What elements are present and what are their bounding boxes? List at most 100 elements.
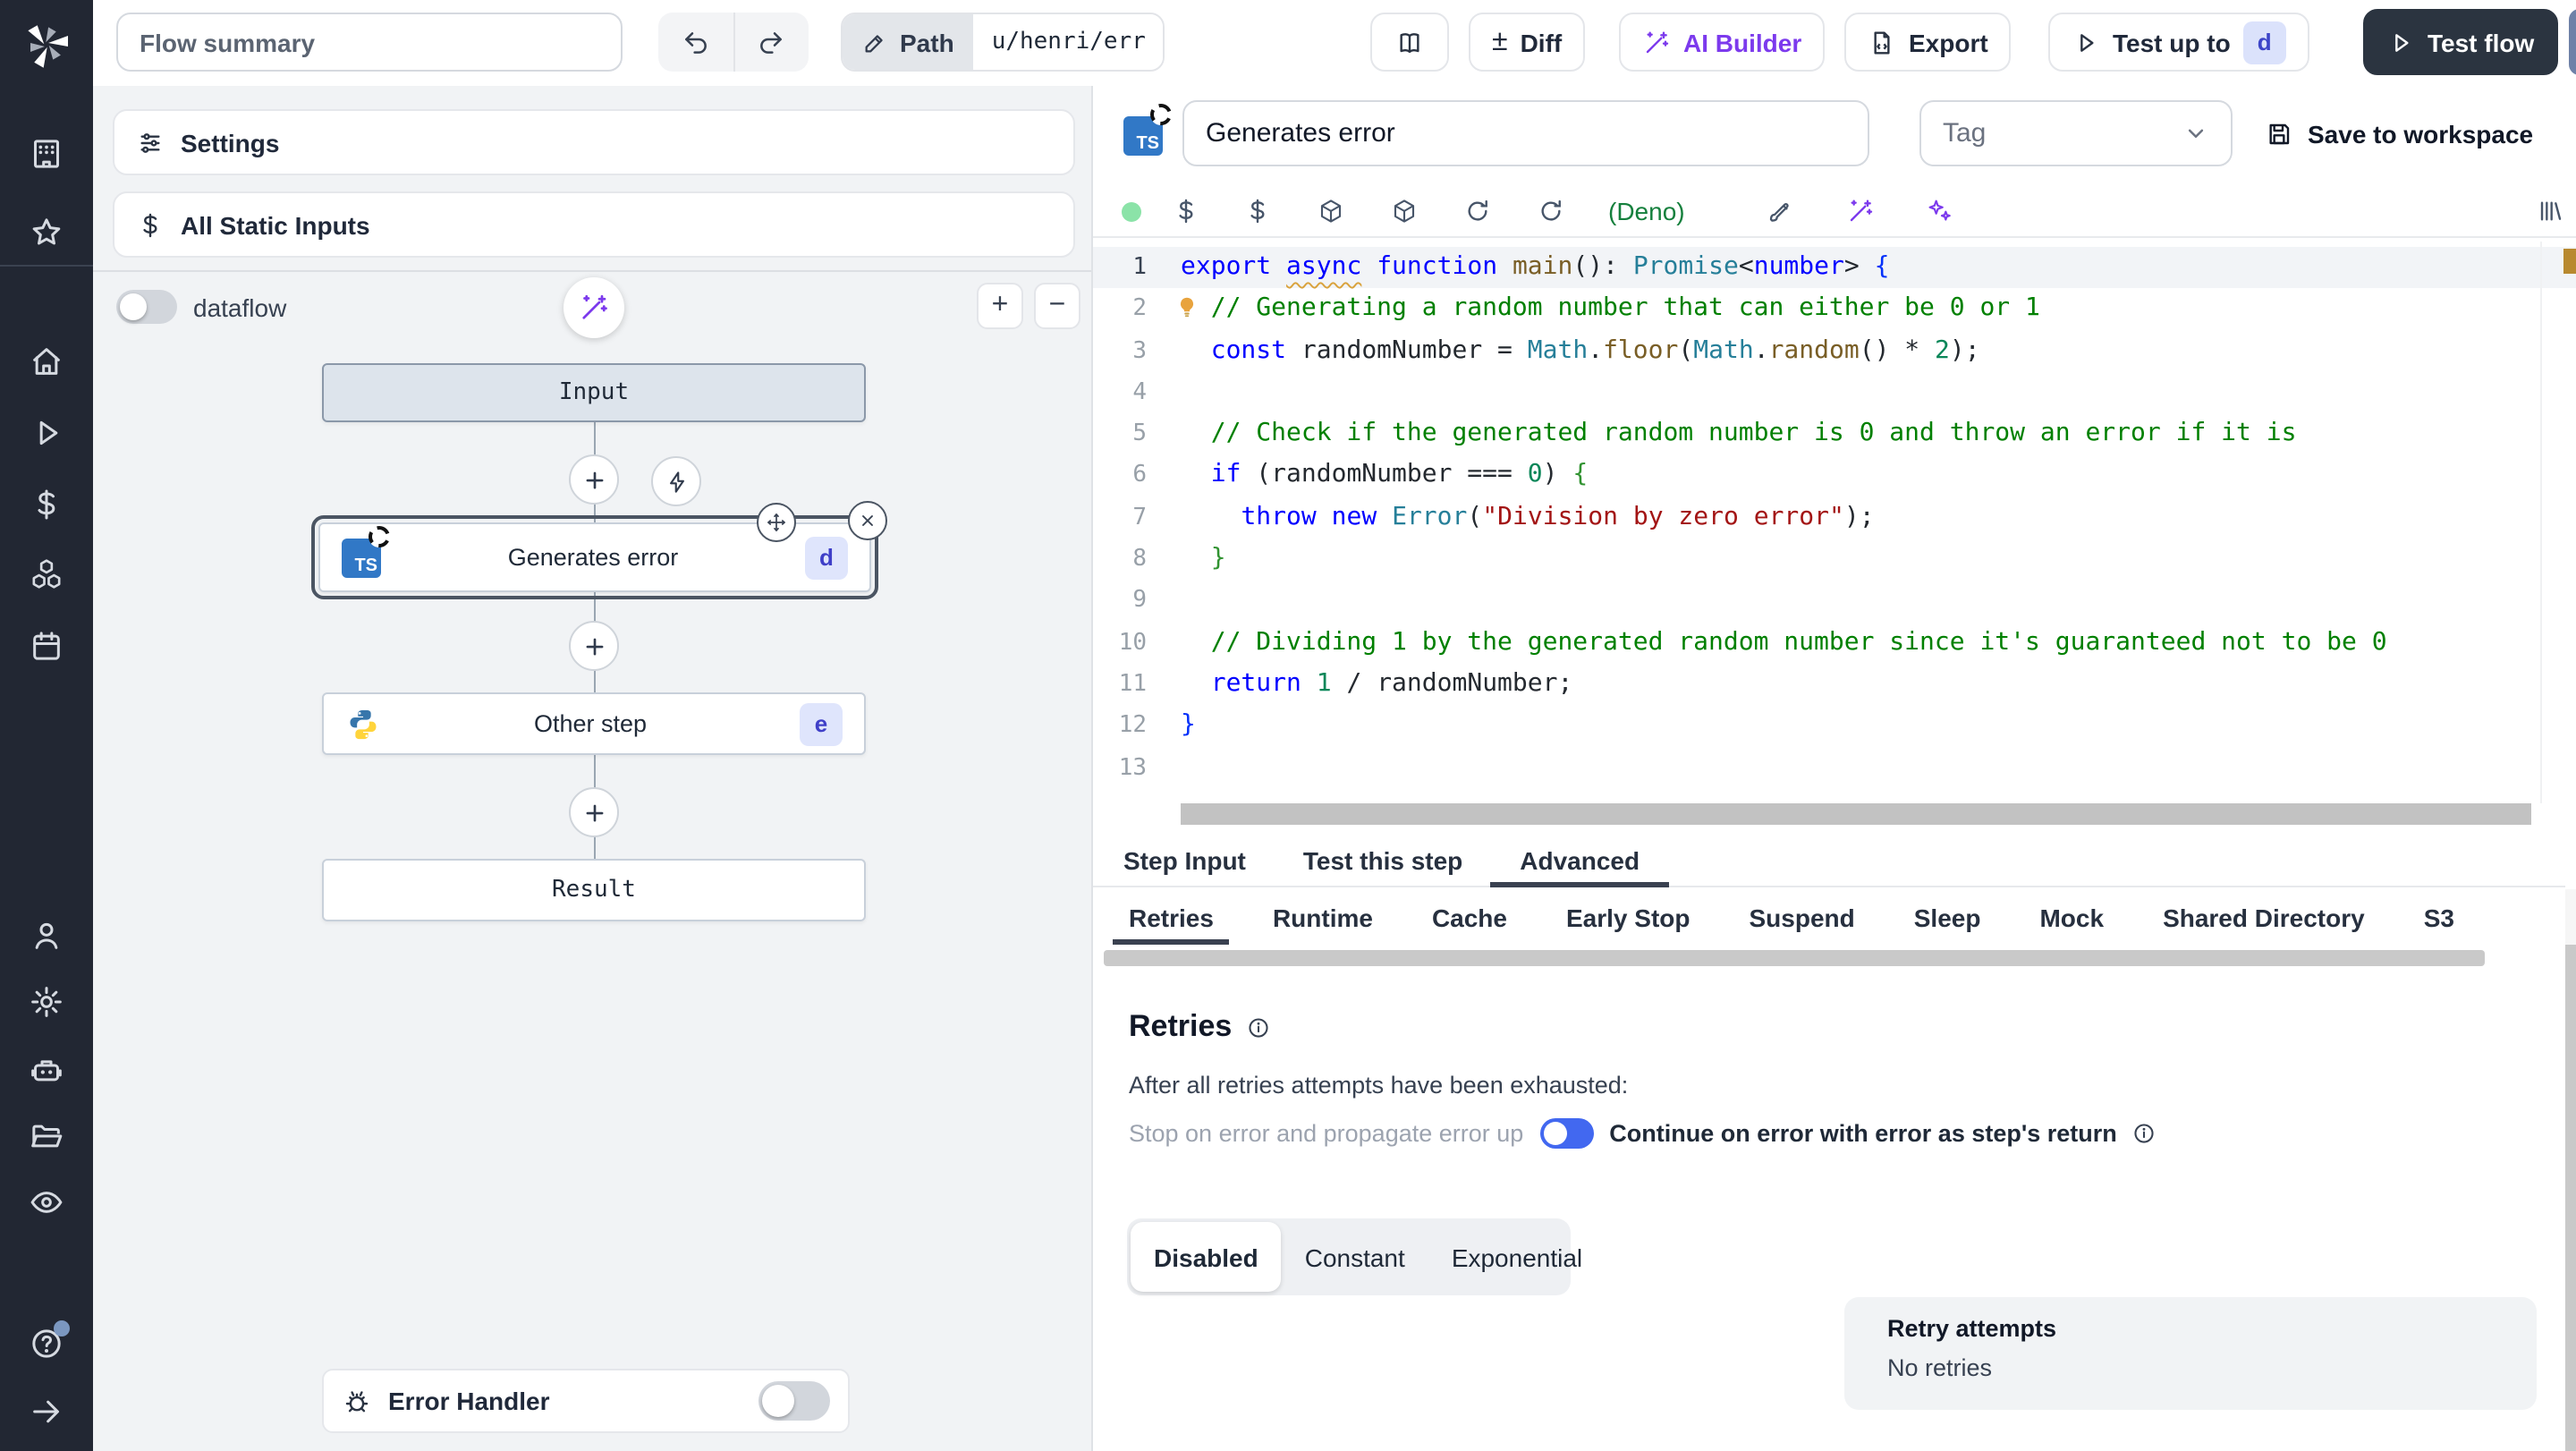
offscreen-button-sliver[interactable]	[2569, 9, 2576, 75]
zoom-in-button[interactable]: +	[977, 283, 1023, 329]
subtab-mock[interactable]: Mock	[2039, 889, 2104, 945]
schedules-icon[interactable]	[29, 628, 64, 664]
redo-button[interactable]	[733, 13, 809, 72]
tab-advanced[interactable]: Advanced	[1489, 835, 1668, 887]
subtab-shared-directory[interactable]: Shared Directory	[2163, 889, 2365, 945]
resources-dollar-icon[interactable]	[1243, 197, 1272, 225]
variables-dollar-icon[interactable]	[1172, 197, 1200, 225]
tab-step-input[interactable]: Step Input	[1123, 835, 1246, 887]
retry-mode-segmented-control: Disabled Constant Exponential	[1127, 1218, 1582, 1295]
add-trigger-button[interactable]	[651, 456, 701, 506]
home-icon[interactable]	[29, 344, 64, 379]
workers-robot-icon[interactable]	[29, 1052, 64, 1088]
code-line[interactable]: 12}	[1093, 706, 2576, 748]
mode-exponential[interactable]: Exponential	[1428, 1222, 1606, 1292]
code-line[interactable]: 5 // Check if the generated random numbe…	[1093, 413, 2576, 455]
info-icon[interactable]	[1246, 1015, 1269, 1039]
runs-icon[interactable]	[29, 415, 64, 451]
export-button[interactable]: Export	[1844, 13, 2012, 72]
panel-vertical-scrollbar[interactable]	[2565, 945, 2576, 1451]
path-value[interactable]: u/henri/err	[973, 14, 1164, 70]
audit-eye-icon[interactable]	[29, 1184, 64, 1220]
code-line[interactable]: 2 // Generating a random number that can…	[1093, 289, 2576, 331]
tab-test-this-step[interactable]: Test this step	[1303, 835, 1462, 887]
ai-builder-button[interactable]: AI Builder	[1619, 13, 1826, 72]
resources-icon[interactable]	[29, 556, 64, 592]
code-line[interactable]: 11 return 1 / randomNumber;	[1093, 664, 2576, 706]
favorites-star-icon[interactable]	[29, 215, 64, 250]
code-line[interactable]: 8 }	[1093, 539, 2576, 581]
package-icon[interactable]	[1317, 197, 1345, 225]
ai-wand-icon[interactable]	[1846, 197, 1875, 225]
code-horizontal-scrollbar[interactable]	[1181, 803, 2531, 825]
sidebar	[0, 0, 93, 1451]
add-step-button[interactable]	[569, 454, 619, 505]
code-line[interactable]: 3 const randomNumber = Math.floor(Math.r…	[1093, 330, 2576, 372]
flow-node-input[interactable]: Input	[322, 363, 866, 422]
undo-button[interactable]	[658, 13, 733, 72]
workspace-icon[interactable]	[29, 136, 64, 172]
subtab-sleep[interactable]: Sleep	[1914, 889, 1981, 945]
diff-button[interactable]: ± Diff	[1469, 13, 1586, 72]
test-up-to-button[interactable]: Test up to d	[2048, 13, 2309, 72]
flow-settings-button[interactable]: Settings	[113, 109, 1075, 175]
docs-button[interactable]	[1370, 13, 1449, 72]
windmill-logo-icon[interactable]	[21, 18, 72, 68]
subtab-s3[interactable]: S3	[2424, 889, 2454, 945]
mode-disabled[interactable]: Disabled	[1131, 1222, 1282, 1292]
error-handler-row[interactable]: Error Handler	[322, 1369, 850, 1433]
flow-node-result[interactable]: Result	[322, 859, 866, 921]
test-flow-button[interactable]: Test flow	[2363, 9, 2558, 75]
code-line[interactable]: 10 // Dividing 1 by the generated random…	[1093, 622, 2576, 664]
delete-step-button[interactable]	[848, 501, 887, 540]
edit-path-button[interactable]: Path	[843, 14, 974, 70]
folders-icon[interactable]	[29, 1118, 64, 1154]
add-step-button[interactable]	[569, 787, 619, 837]
topbar: Path u/henri/err ± Diff AI Builder Expor…	[93, 0, 2576, 88]
code-line[interactable]: 6 if (randomNumber === 0) {	[1093, 455, 2576, 497]
line-number: 13	[1118, 754, 1147, 782]
subtab-suspend[interactable]: Suspend	[1750, 889, 1855, 945]
flow-graph-panel: Settings All Static Inputs dataflow + − …	[93, 86, 1093, 1451]
zoom-out-button[interactable]: −	[1034, 283, 1080, 329]
static-inputs-button[interactable]: All Static Inputs	[113, 191, 1075, 258]
code-line[interactable]: 7 throw new Error("Division by zero erro…	[1093, 497, 2576, 539]
dataflow-toggle[interactable]	[116, 290, 177, 324]
add-step-button[interactable]	[569, 621, 619, 671]
library-icon[interactable]	[2535, 197, 2563, 225]
user-icon[interactable]	[29, 918, 64, 954]
subtab-early-stop[interactable]: Early Stop	[1566, 889, 1690, 945]
package-icon[interactable]	[1390, 197, 1419, 225]
mode-constant[interactable]: Constant	[1282, 1222, 1428, 1292]
sparkles-icon[interactable]	[1925, 197, 1953, 225]
subtabs-horizontal-scrollbar[interactable]	[1104, 950, 2485, 966]
reload-runtime-icon[interactable]	[1537, 197, 1565, 225]
reload-icon[interactable]	[1463, 197, 1492, 225]
flow-summary-input[interactable]	[116, 13, 623, 72]
format-brush-icon[interactable]	[1767, 197, 1796, 225]
step-name-input[interactable]	[1182, 100, 1869, 166]
code-line[interactable]: 4	[1093, 372, 2576, 414]
save-to-workspace-button[interactable]: Save to workspace	[2265, 104, 2533, 163]
info-icon[interactable]	[2133, 1121, 2157, 1144]
tag-select[interactable]: Tag	[1919, 100, 2233, 166]
subtab-retries[interactable]: Retries	[1112, 889, 1232, 945]
expand-sidebar-icon[interactable]	[29, 1394, 64, 1430]
settings-gear-icon[interactable]	[29, 984, 64, 1020]
subtab-runtime[interactable]: Runtime	[1273, 889, 1373, 945]
code-editor[interactable]: 1 export async function main(): Promise<n…	[1093, 242, 2576, 832]
flow-node-other-step[interactable]: Other step e	[322, 692, 866, 755]
quickfix-lightbulb-icon[interactable]	[1175, 295, 1199, 318]
error-handler-toggle[interactable]	[758, 1381, 830, 1421]
move-step-handle[interactable]	[757, 503, 796, 542]
subtab-cache[interactable]: Cache	[1432, 889, 1507, 945]
continue-on-error-toggle[interactable]	[1539, 1117, 1594, 1148]
code-line[interactable]: 1 export async function main(): Promise<n…	[1093, 247, 2576, 289]
ai-flow-wand-button[interactable]	[564, 277, 624, 338]
code-line[interactable]: 13	[1093, 747, 2576, 789]
help-icon[interactable]	[29, 1320, 70, 1362]
typescript-badge: TS	[1123, 104, 1172, 156]
code-line[interactable]: 9	[1093, 581, 2576, 623]
variables-icon[interactable]	[29, 487, 64, 522]
deno-runtime-label[interactable]: (Deno)	[1608, 197, 1685, 225]
